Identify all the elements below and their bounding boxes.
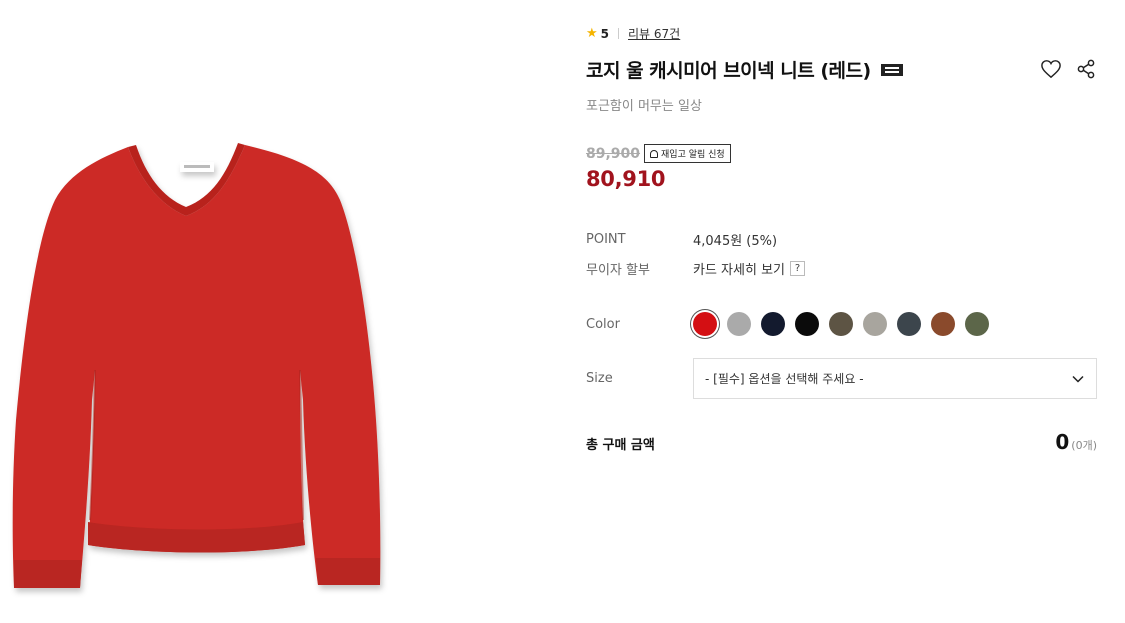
color-swatch[interactable] xyxy=(863,312,887,336)
total-label: 총 구매 금액 xyxy=(586,438,655,453)
product-image xyxy=(0,0,400,623)
point-label: POINT xyxy=(586,232,626,247)
product-info-panel: ★ 5 리뷰 67건 코지 울 캐시미어 브이넥 니트 (레드) 포근함이 머무… xyxy=(586,0,1098,623)
product-title: 코지 울 캐시미어 브이넥 니트 (레드) xyxy=(586,60,871,82)
restock-alert-label: 재입고 알림 신청 xyxy=(661,150,725,160)
color-label: Color xyxy=(586,316,620,332)
color-swatch[interactable] xyxy=(829,312,853,336)
color-row: Color xyxy=(586,312,999,336)
sweater-illustration xyxy=(12,143,381,588)
color-swatch[interactable] xyxy=(965,312,989,336)
total-count: (0개) xyxy=(1071,439,1097,452)
color-swatch[interactable] xyxy=(727,312,751,336)
bell-icon xyxy=(650,149,659,158)
price-row: 89,900 재입고 알림 신청 xyxy=(586,144,731,163)
divider xyxy=(618,28,620,39)
original-price: 89,900 xyxy=(586,145,641,162)
title-row: 코지 울 캐시미어 브이넥 니트 (레드) xyxy=(586,56,1098,83)
color-swatch[interactable] xyxy=(761,312,785,336)
size-select-placeholder: - [필수] 옵션을 선택해 주세요 - xyxy=(705,372,864,386)
color-swatch[interactable] xyxy=(693,312,717,336)
size-label: Size xyxy=(586,371,613,386)
installment-label: 무이자 할부 xyxy=(586,263,650,278)
color-swatch[interactable] xyxy=(931,312,955,336)
help-button[interactable]: ? xyxy=(790,261,805,276)
total-summary: 0 (0개) xyxy=(1055,430,1097,454)
sale-price: 80,910 xyxy=(586,167,666,191)
color-swatches xyxy=(693,312,999,336)
size-select[interactable]: - [필수] 옵션을 선택해 주세요 - xyxy=(693,358,1097,399)
point-value: 4,045원 (5%) xyxy=(693,234,778,249)
restock-alert-button[interactable]: 재입고 알림 신청 xyxy=(644,144,731,163)
point-row: POINT 4,045원 (5%) xyxy=(586,230,777,249)
heart-icon[interactable] xyxy=(1040,59,1062,79)
rating-value: 5 xyxy=(600,26,610,41)
installment-row: 무이자 할부 카드 자세히 보기 ? xyxy=(586,259,805,278)
share-icon[interactable] xyxy=(1076,59,1096,79)
rating-row: ★ 5 리뷰 67건 xyxy=(586,25,680,42)
product-subtitle: 포근함이 머무는 일상 xyxy=(586,99,702,114)
star-icon: ★ xyxy=(586,26,598,41)
review-count-link[interactable]: 리뷰 67건 xyxy=(628,25,680,42)
total-row: 총 구매 금액 0 (0개) xyxy=(586,430,1097,454)
color-swatch[interactable] xyxy=(897,312,921,336)
size-row: Size - [필수] 옵션을 선택해 주세요 - xyxy=(586,358,1097,399)
card-details-link[interactable]: 카드 자세히 보기 xyxy=(693,259,785,278)
total-amount: 0 xyxy=(1055,430,1070,454)
color-swatch[interactable] xyxy=(795,312,819,336)
chevron-down-icon xyxy=(1072,375,1084,383)
badge-icon xyxy=(880,63,903,76)
